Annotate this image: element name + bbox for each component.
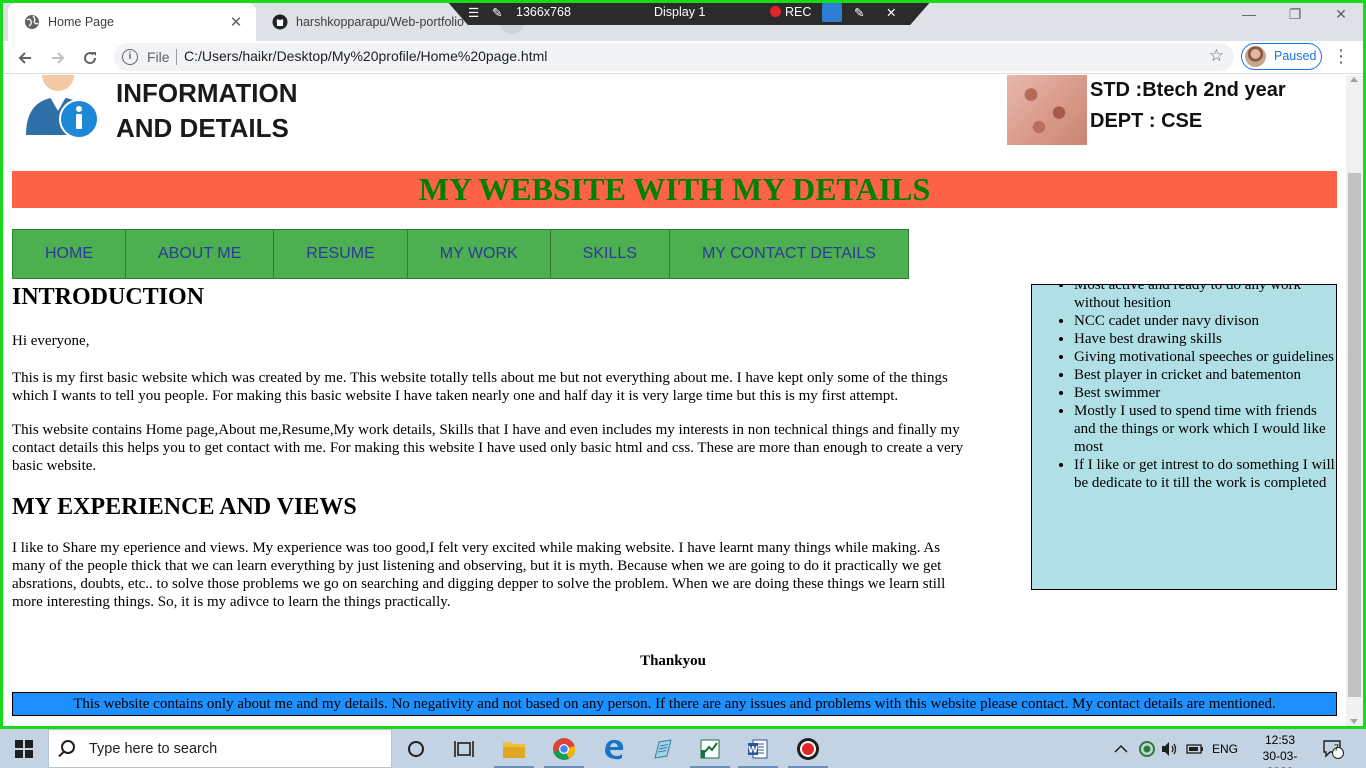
site-title: MY WEBSITE WITH MY DETAILS: [12, 171, 1337, 208]
profile-details: STD :Btech 2nd year DEPT : CSE: [1090, 75, 1286, 137]
experience-paragraph: I like to Share my eperience and views. …: [12, 540, 946, 610]
recorder-resolution: 1366x768: [516, 5, 571, 19]
list-item: Giving motivational speeches or guidelin…: [1074, 348, 1336, 366]
recorder-display[interactable]: Display 1: [654, 5, 705, 19]
profile-dept: DEPT : CSE: [1090, 110, 1203, 132]
globe-icon: [24, 14, 40, 30]
list-item: Most active and ready to do any work wit…: [1074, 285, 1336, 312]
language-indicator[interactable]: ENG: [1212, 729, 1238, 768]
restore-icon[interactable]: ❐: [1272, 0, 1318, 28]
clock-date: 30-03-2020: [1262, 749, 1298, 768]
list-item: Best player in cricket and batementon: [1074, 366, 1336, 384]
scroll-up-icon[interactable]: [1350, 77, 1358, 82]
intro-paragraph-1: This is my first basic website which was…: [12, 370, 948, 404]
browser-menu-icon[interactable]: ⋮: [1331, 47, 1351, 67]
thanks-text: Thankyou: [640, 653, 706, 669]
list-item: NCC cadet under navy divison: [1074, 312, 1336, 330]
address-url[interactable]: C:/Users/haikr/Desktop/My%20profile/Home…: [184, 48, 547, 64]
forward-icon[interactable]: [45, 45, 71, 71]
notepad-icon[interactable]: [638, 729, 686, 768]
edge-icon[interactable]: [590, 729, 638, 768]
show-hidden-icons[interactable]: [1114, 729, 1128, 768]
camera-icon[interactable]: [822, 3, 842, 22]
pin-icon[interactable]: ✎: [492, 5, 502, 20]
qualities-list: Most active and ready to do any work wit…: [1074, 285, 1336, 492]
notification-count: 7: [1334, 743, 1340, 753]
notification-center-icon[interactable]: 7: [1322, 729, 1344, 768]
main-content: INTRODUCTION Hi everyone, This is my fir…: [12, 283, 974, 611]
close-recorder-icon[interactable]: ✕: [886, 5, 896, 20]
list-item: Have best drawing skills: [1074, 330, 1336, 348]
menu-icon[interactable]: ☰: [468, 5, 479, 20]
intro-heading: INTRODUCTION: [12, 284, 205, 310]
reload-icon[interactable]: [77, 45, 103, 71]
battery-icon[interactable]: [1186, 729, 1204, 768]
page-scrollbar[interactable]: [1346, 75, 1363, 727]
volume-icon[interactable]: [1161, 729, 1179, 768]
scroll-down-icon[interactable]: [1350, 719, 1358, 724]
avatar: [1245, 46, 1266, 67]
search-placeholder: Type here to search: [89, 741, 218, 757]
list-item: Mostly I used to spend time with friends…: [1074, 402, 1336, 456]
search-icon: [61, 740, 75, 754]
start-button[interactable]: [0, 729, 48, 768]
windows-icon: [15, 739, 33, 758]
excel-icon[interactable]: [686, 729, 734, 768]
close-tab-icon[interactable]: ✕: [226, 12, 246, 32]
network-status-icon[interactable]: [1138, 729, 1156, 768]
experience-heading: MY EXPERIENCE AND VIEWS: [12, 494, 357, 520]
tab-home-page[interactable]: Home Page ✕: [8, 3, 256, 41]
qualities-box: Most active and ready to do any work wit…: [1031, 284, 1337, 590]
taskbar-clock[interactable]: 12:53 30-03-2020: [1255, 732, 1305, 768]
record-dot-icon: [770, 6, 781, 17]
address-bar[interactable]: i File C:/Users/haikr/Desktop/My%20profi…: [114, 43, 1234, 71]
nav-home[interactable]: HOME: [13, 230, 126, 278]
minimize-icon[interactable]: —: [1226, 0, 1272, 28]
word-icon[interactable]: W: [734, 729, 782, 768]
back-icon[interactable]: [12, 45, 38, 71]
page-viewport: INFORMATION AND DETAILS STD :Btech 2nd y…: [0, 75, 1346, 727]
recorder-bar: ☰ ✎ 1366x768 Display 1 REC ✎ ✕: [446, 0, 932, 25]
cortana-icon[interactable]: [392, 729, 440, 768]
info-title: INFORMATION AND DETAILS: [116, 78, 298, 143]
svg-text:W: W: [748, 745, 758, 755]
tab-title: Home Page: [48, 15, 115, 29]
chrome-icon[interactable]: [540, 729, 588, 768]
address-scheme: File: [147, 49, 170, 65]
rec-button[interactable]: REC: [770, 5, 811, 19]
intro-paragraph-2: This website contains Home page,About me…: [12, 422, 964, 474]
nav-skills[interactable]: SKILLS: [551, 230, 670, 278]
draw-icon[interactable]: ✎: [854, 5, 864, 20]
profile-photo: [1007, 75, 1087, 145]
nav-about-me[interactable]: ABOUT ME: [126, 230, 275, 278]
scrollbar-thumb[interactable]: [1348, 173, 1361, 697]
page-footer: This website contains only about me and …: [12, 692, 1337, 716]
address-separator: [176, 49, 177, 65]
github-icon: [272, 14, 288, 30]
browser-toolbar: i File C:/Users/haikr/Desktop/My%20profi…: [0, 41, 1366, 74]
site-nav: HOME ABOUT ME RESUME MY WORK SKILLS MY C…: [12, 229, 909, 279]
clock-time: 12:53: [1264, 733, 1296, 747]
bookmark-star-icon[interactable]: ☆: [1209, 46, 1224, 66]
recorder-icon[interactable]: [784, 729, 832, 768]
profile-button[interactable]: Paused: [1241, 43, 1322, 70]
person-info-icon: [24, 75, 102, 139]
close-window-icon[interactable]: ✕: [1318, 0, 1364, 28]
taskbar-search[interactable]: Type here to search: [48, 729, 392, 768]
profile-std: STD :Btech 2nd year: [1090, 79, 1286, 101]
intro-greeting: Hi everyone,: [12, 333, 90, 349]
nav-resume[interactable]: RESUME: [274, 230, 408, 278]
info-icon[interactable]: i: [122, 49, 138, 65]
file-explorer-icon[interactable]: [490, 729, 538, 768]
nav-my-work[interactable]: MY WORK: [408, 230, 551, 278]
list-item: If I like or get intrest to do something…: [1074, 456, 1336, 492]
profile-status: Paused: [1274, 49, 1317, 63]
taskbar: Type here to search W ENG 12:53 30-03-20: [0, 729, 1366, 768]
nav-contact-details[interactable]: MY CONTACT DETAILS: [670, 230, 908, 278]
task-view-icon[interactable]: [440, 729, 488, 768]
list-item: Best swimmer: [1074, 384, 1336, 402]
